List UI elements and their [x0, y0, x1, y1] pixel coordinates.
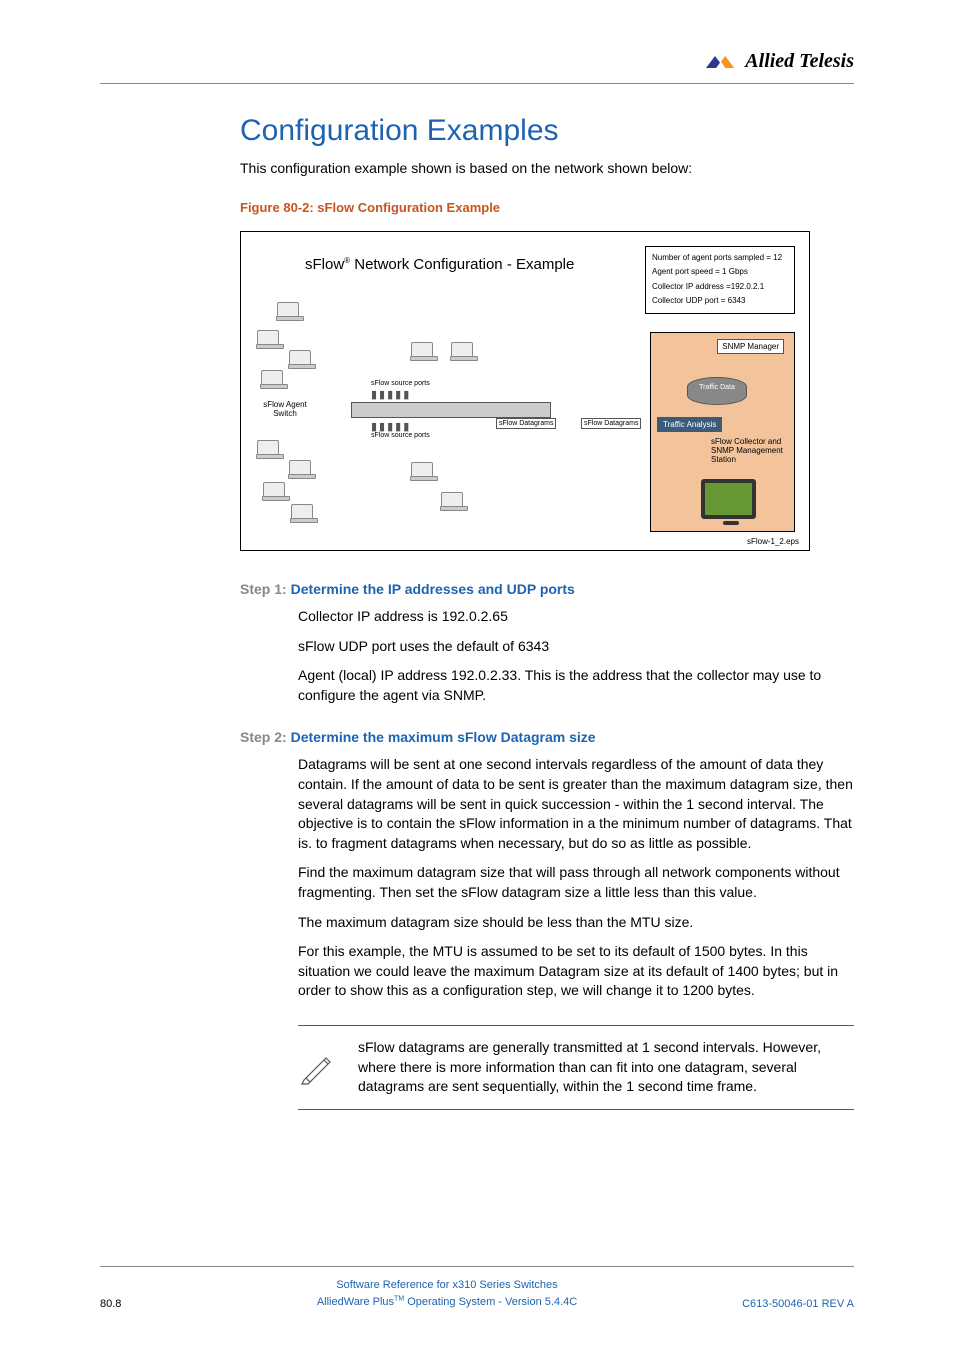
- body-text: For this example, the MTU is assumed to …: [298, 942, 854, 1001]
- figure-title-pre: sFlow: [305, 256, 344, 273]
- info-line: Collector IP address =192.0.2.1: [652, 280, 788, 294]
- intro-text: This configuration example shown is base…: [240, 160, 854, 176]
- step2-body: Datagrams will be sent at one second int…: [298, 755, 854, 1001]
- step-title: Determine the maximum sFlow Datagram siz…: [291, 729, 596, 745]
- footer-line1: Software Reference for x310 Series Switc…: [180, 1277, 714, 1294]
- laptop-icon: [451, 342, 473, 358]
- laptop-icon: [291, 504, 313, 520]
- body-text: Find the maximum datagram size that will…: [298, 863, 854, 902]
- page-title: Configuration Examples: [240, 114, 854, 148]
- eps-label: sFlow-1_2.eps: [747, 537, 799, 546]
- laptop-icon: [261, 370, 283, 386]
- logo-text: Allied Telesis: [745, 50, 854, 73]
- switch-icon: [351, 402, 551, 418]
- datagram-label: sFlow Datagrams: [496, 418, 556, 429]
- switch-label: sFlow Agent Switch: [261, 400, 309, 418]
- footer-ver: Operating System - Version 5.4.4C: [404, 1296, 577, 1308]
- note-icon: [298, 1048, 338, 1088]
- step-label: Step 1:: [240, 581, 291, 597]
- footer-center: Software Reference for x310 Series Switc…: [180, 1277, 714, 1310]
- collector-panel: SNMP Manager Traffic Analysis sFlow Coll…: [650, 332, 795, 532]
- body-text: sFlow UDP port uses the default of 6343: [298, 637, 854, 657]
- page-header: Allied Telesis: [100, 50, 854, 84]
- step-label: Step 2:: [240, 729, 291, 745]
- database-icon: [687, 377, 747, 405]
- step2-heading: Step 2: Determine the maximum sFlow Data…: [240, 729, 854, 745]
- figure-info-box: Number of agent ports sampled = 12 Agent…: [645, 246, 795, 314]
- ports-top-icon: ▮▮▮▮▮: [371, 388, 411, 401]
- laptop-icon: [411, 462, 433, 478]
- laptop-icon: [289, 460, 311, 476]
- datagram-label: sFlow Datagrams: [581, 418, 641, 429]
- body-text: Collector IP address is 192.0.2.65: [298, 607, 854, 627]
- info-line: Agent port speed = 1 Gbps: [652, 265, 788, 279]
- page-footer: 80.8 Software Reference for x310 Series …: [100, 1266, 854, 1310]
- traffic-analysis-label: Traffic Analysis: [657, 417, 722, 432]
- step-title: Determine the IP addresses and UDP ports: [291, 581, 575, 597]
- laptop-icon: [441, 492, 463, 508]
- laptop-icon: [411, 342, 433, 358]
- body-text: Agent (local) IP address 192.0.2.33. Thi…: [298, 666, 854, 705]
- laptop-icon: [289, 350, 311, 366]
- source-ports-label: sFlow source ports: [371, 432, 430, 439]
- footer-rev: C613-50046-01 REV A: [714, 1298, 854, 1310]
- figure-caption: Figure 80-2: sFlow Configuration Example: [240, 200, 854, 215]
- step1-heading: Step 1: Determine the IP addresses and U…: [240, 581, 854, 597]
- footer-line2: AlliedWare PlusTM Operating System - Ver…: [180, 1294, 714, 1311]
- collector-label: sFlow Collector and SNMP Management Stat…: [711, 437, 786, 464]
- laptop-icon: [257, 440, 279, 456]
- figure-title: sFlow® Network Configuration - Example: [305, 256, 574, 273]
- info-line: Number of agent ports sampled = 12: [652, 251, 788, 265]
- laptop-icon: [257, 330, 279, 346]
- snmp-manager-label: SNMP Manager: [717, 339, 784, 354]
- tm-mark: TM: [394, 1295, 404, 1302]
- body-text: Datagrams will be sent at one second int…: [298, 755, 854, 853]
- logo-icon: [703, 53, 739, 71]
- body-text: The maximum datagram size should be less…: [298, 913, 854, 933]
- laptop-icon: [277, 302, 299, 318]
- info-line: Collector UDP port = 6343: [652, 294, 788, 308]
- footer-prod: AlliedWare Plus: [317, 1296, 394, 1308]
- note-text: sFlow datagrams are generally transmitte…: [358, 1038, 854, 1097]
- page-number: 80.8: [100, 1298, 180, 1310]
- figure-diagram: sFlow® Network Configuration - Example N…: [240, 231, 810, 551]
- laptop-icon: [263, 482, 285, 498]
- note-block: sFlow datagrams are generally transmitte…: [298, 1025, 854, 1110]
- figure-title-post: Network Configuration - Example: [350, 256, 574, 273]
- monitor-icon: [701, 479, 756, 519]
- brand-logo: Allied Telesis: [703, 50, 854, 73]
- step1-body: Collector IP address is 192.0.2.65 sFlow…: [298, 607, 854, 705]
- source-ports-label: sFlow source ports: [371, 380, 430, 387]
